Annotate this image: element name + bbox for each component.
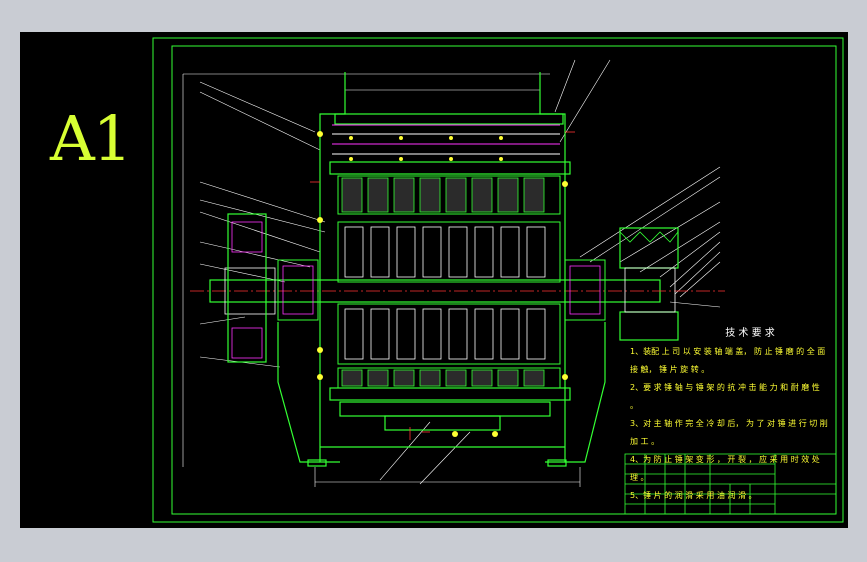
cad-viewport[interactable]: A1 技 术 要 求 1、装配 上 司 以 安 装 轴 端 盖， 防 止 锤 磨…: [20, 32, 848, 528]
requirements-title: 技 术 要 求: [725, 328, 775, 339]
technical-requirements: 技 术 要 求 1、装配 上 司 以 安 装 轴 端 盖， 防 止 锤 磨 的 …: [630, 325, 830, 505]
requirement-1: 1、装配 上 司 以 安 装 轴 端 盖， 防 止 锤 磨 的 全 面 接 触，…: [630, 347, 826, 374]
bolt-markers: [317, 131, 568, 437]
requirement-2: 2、要 求 锤 轴 与 锤 架 的 抗 冲 击 能 力 和 耐 磨 性 。: [630, 383, 820, 410]
left-flywheel: [227, 213, 267, 363]
casing: [277, 72, 606, 467]
requirement-5: 5、锤 片 的 润 滑 采 用 油 润 滑 。: [630, 491, 757, 500]
hammer-row-lower: [337, 303, 561, 389]
requirement-3: 3、对 主 轴 作 完 全 冷 却 后， 为 了 对 锤 进 行 切 削 加 工…: [630, 419, 828, 446]
requirement-4: 4、为 防 止 锤 架 变 形 ， 开 裂 ， 应 采 用 时 效 处 理 。: [630, 455, 820, 482]
hammer-row-upper: [337, 175, 561, 283]
